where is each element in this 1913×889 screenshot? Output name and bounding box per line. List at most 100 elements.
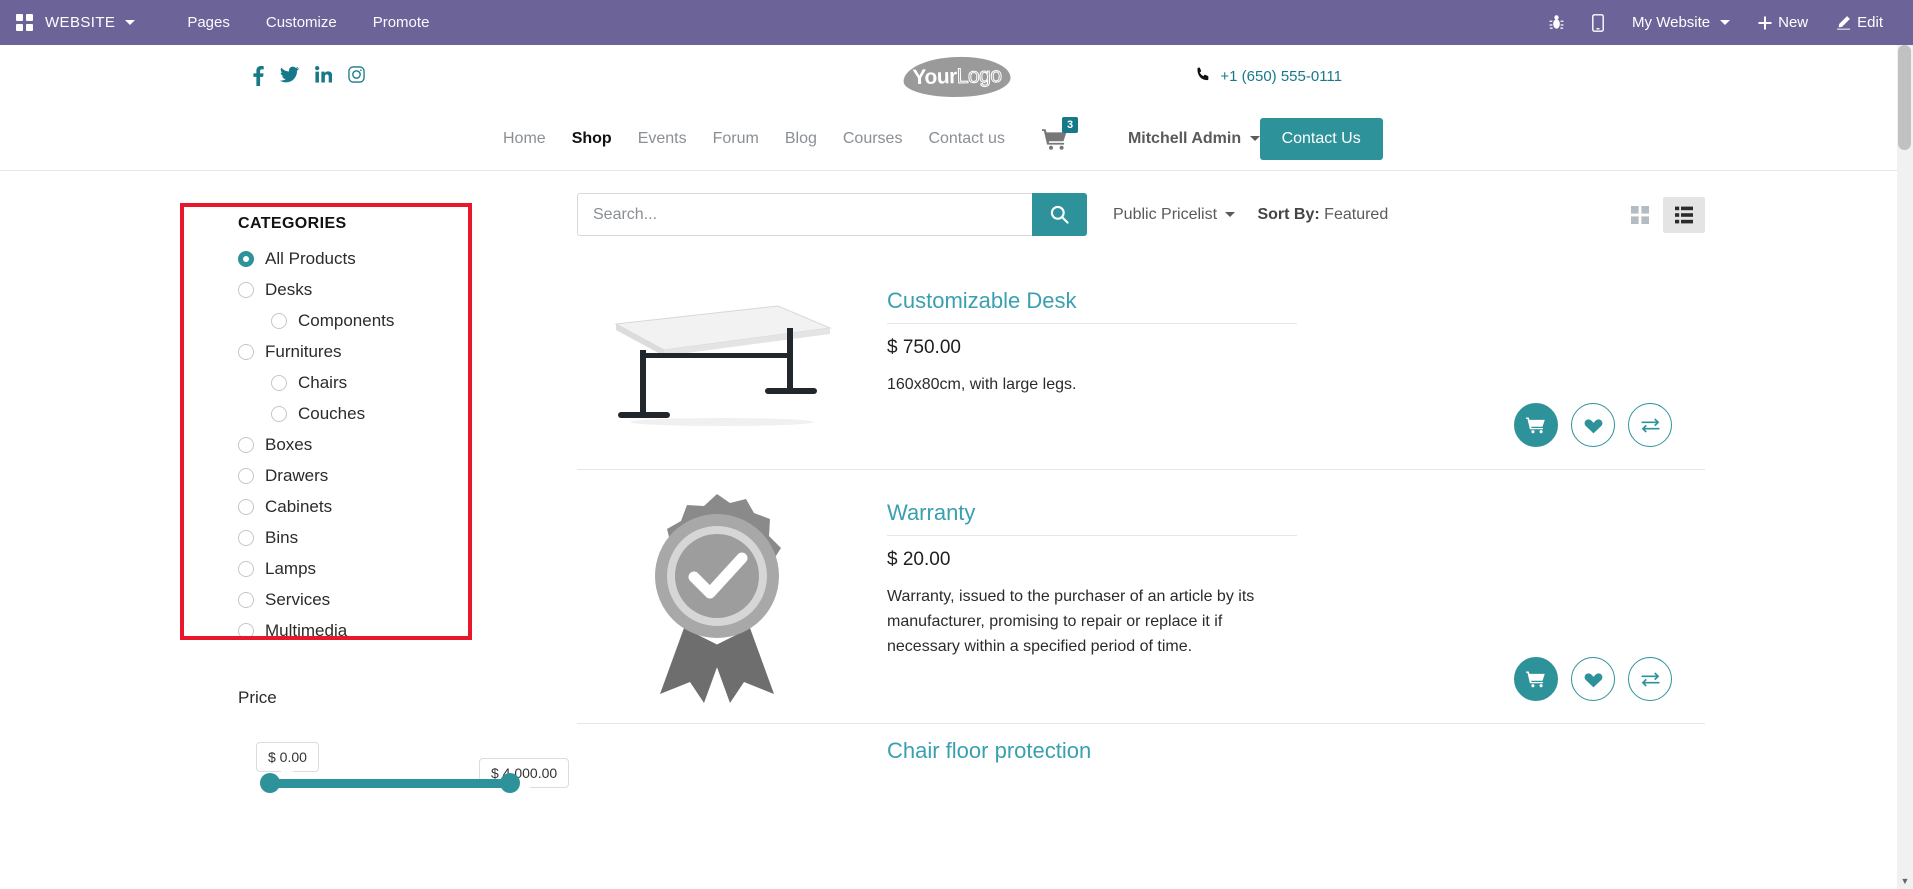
radio-icon[interactable] xyxy=(238,530,254,546)
chevron-down-icon xyxy=(1720,20,1731,25)
website-frame: YourLogo +1 (650) 555-0111 Home Shop Eve… xyxy=(0,45,1913,802)
radio-icon[interactable] xyxy=(238,561,254,577)
nav-item-forum[interactable]: Forum xyxy=(700,130,772,148)
main-menu: Home Shop Events Forum Blog Courses Cont… xyxy=(490,116,1260,150)
product-title[interactable]: Chair floor protection xyxy=(887,738,1705,764)
compare-button[interactable] xyxy=(1628,657,1672,701)
search-button[interactable] xyxy=(1032,193,1087,236)
add-to-cart-button[interactable] xyxy=(1514,403,1558,447)
linkedin-icon[interactable] xyxy=(315,66,333,86)
radio-icon[interactable] xyxy=(238,282,254,298)
product-divider xyxy=(887,323,1297,324)
category-item-boxes[interactable]: Boxes xyxy=(238,435,535,455)
category-item-components[interactable]: Components xyxy=(271,311,535,331)
compare-button[interactable] xyxy=(1628,403,1672,447)
price-range-slider[interactable]: $ 0.00 $ 4,000.00 xyxy=(256,732,570,802)
instagram-icon[interactable] xyxy=(348,66,365,86)
add-to-wishlist-button[interactable] xyxy=(1571,657,1615,701)
logo-text-second: Logo xyxy=(955,63,1002,89)
category-item-chairs[interactable]: Chairs xyxy=(271,373,535,393)
apps-menu-icon[interactable] xyxy=(16,14,33,31)
shop-content: Public Pricelist Sort By: Featured xyxy=(535,181,1705,802)
add-to-wishlist-button[interactable] xyxy=(1571,403,1615,447)
category-label: Drawers xyxy=(265,466,329,485)
user-menu-label: Mitchell Admin xyxy=(1127,129,1242,147)
category-item-cabinets[interactable]: Cabinets xyxy=(238,497,535,517)
edit-button-label: Edit xyxy=(1857,14,1883,31)
mobile-preview-icon[interactable] xyxy=(1578,13,1618,32)
category-item-services[interactable]: Services xyxy=(238,590,535,610)
sort-by-dropdown[interactable]: Sort By: Featured xyxy=(1257,206,1407,224)
product-row: Customizable Desk $ 750.00 160x80cm, wit… xyxy=(577,258,1705,470)
price-slider-track[interactable] xyxy=(270,779,518,788)
list-view-icon xyxy=(1675,206,1693,223)
page-scrollbar[interactable]: ▲ ▼ xyxy=(1897,45,1913,889)
desk-image[interactable] xyxy=(577,276,857,426)
edit-button[interactable]: Edit xyxy=(1822,14,1897,31)
category-item-couches[interactable]: Couches xyxy=(271,404,535,424)
topbar-item-promote[interactable]: Promote xyxy=(355,14,448,31)
product-title[interactable]: Customizable Desk xyxy=(887,288,1705,314)
nav-item-home[interactable]: Home xyxy=(490,130,559,148)
website-selector-label: My Website xyxy=(1632,14,1711,31)
topbar-item-pages[interactable]: Pages xyxy=(169,14,248,31)
nav-item-shop[interactable]: Shop xyxy=(559,130,625,148)
radio-icon[interactable] xyxy=(271,313,287,329)
radio-icon[interactable] xyxy=(238,251,254,267)
add-to-cart-button[interactable] xyxy=(1514,657,1558,701)
category-item-bins[interactable]: Bins xyxy=(238,528,535,548)
category-label: Couches xyxy=(298,404,366,423)
price-min-tooltip: $ 0.00 xyxy=(256,742,319,772)
radio-icon[interactable] xyxy=(238,437,254,453)
website-selector[interactable]: My Website xyxy=(1618,14,1744,31)
radio-icon[interactable] xyxy=(238,623,254,639)
new-button[interactable]: New xyxy=(1744,14,1822,31)
grid-view-button[interactable] xyxy=(1619,197,1661,233)
header-phone[interactable]: +1 (650) 555-0111 xyxy=(1196,66,1342,86)
category-item-lamps[interactable]: Lamps xyxy=(238,559,535,579)
radio-icon[interactable] xyxy=(238,344,254,360)
category-list: All Products Desks Components Furnitures xyxy=(238,249,535,641)
radio-icon[interactable] xyxy=(271,375,287,391)
heart-icon xyxy=(1584,672,1602,687)
product-title[interactable]: Warranty xyxy=(887,500,1705,526)
topbar-item-customize[interactable]: Customize xyxy=(248,14,355,31)
search-input[interactable] xyxy=(577,193,1032,236)
category-item-drawers[interactable]: Drawers xyxy=(238,466,535,486)
contact-us-button[interactable]: Contact Us xyxy=(1259,117,1383,160)
category-item-furnitures[interactable]: Furnitures xyxy=(238,342,535,362)
category-item-all-products[interactable]: All Products xyxy=(238,249,535,269)
pricelist-dropdown[interactable]: Public Pricelist xyxy=(1113,206,1236,224)
scrollbar-thumb[interactable] xyxy=(1898,45,1911,150)
radio-icon[interactable] xyxy=(238,592,254,608)
website-app-brand[interactable]: WEBSITE xyxy=(45,14,136,31)
category-label: Desks xyxy=(265,280,313,299)
radio-icon[interactable] xyxy=(271,406,287,422)
cart-count-badge: 3 xyxy=(1061,116,1079,133)
nav-item-events[interactable]: Events xyxy=(625,130,700,148)
view-toggle-group xyxy=(1619,196,1705,233)
category-label: Furnitures xyxy=(265,342,342,361)
user-menu[interactable]: Mitchell Admin xyxy=(1128,130,1260,148)
list-view-button[interactable] xyxy=(1663,196,1705,233)
bug-icon[interactable] xyxy=(1535,14,1578,31)
facebook-icon[interactable] xyxy=(253,66,264,86)
site-logo[interactable]: YourLogo xyxy=(902,55,1011,99)
price-filter-panel: Price $ 0.00 $ 4,000.00 xyxy=(180,688,570,802)
search-group xyxy=(577,193,1087,236)
warranty-badge-image[interactable] xyxy=(577,488,857,703)
scroll-down-arrow[interactable]: ▼ xyxy=(1897,873,1913,889)
nav-item-courses[interactable]: Courses xyxy=(830,130,916,148)
price-slider-max-handle[interactable] xyxy=(500,773,520,793)
cart-button[interactable]: 3 xyxy=(1041,116,1079,150)
category-item-multimedia[interactable]: Multimedia xyxy=(238,621,535,641)
search-icon xyxy=(1050,205,1069,224)
nav-item-contact-us[interactable]: Contact us xyxy=(915,130,1017,148)
twitter-icon[interactable] xyxy=(279,66,299,86)
category-item-desks[interactable]: Desks xyxy=(238,280,535,300)
nav-item-blog[interactable]: Blog xyxy=(772,130,830,148)
logo-text-first: Your xyxy=(911,65,957,90)
radio-icon[interactable] xyxy=(238,468,254,484)
price-slider-min-handle[interactable] xyxy=(260,773,280,793)
radio-icon[interactable] xyxy=(238,499,254,515)
